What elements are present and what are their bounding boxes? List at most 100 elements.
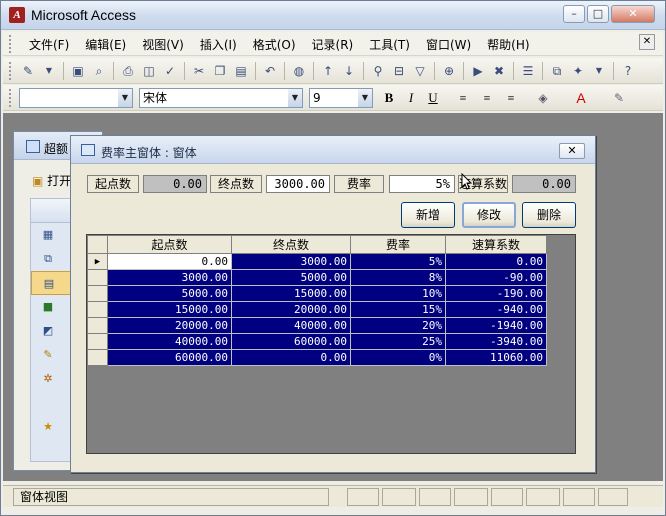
table-row[interactable]: 20000.00 40000.00 20% -1940.00 xyxy=(87,317,547,334)
paste-icon[interactable]: ▤ xyxy=(232,62,250,80)
menu-item[interactable]: 编辑(E) xyxy=(77,36,134,53)
copy-icon[interactable]: ❐ xyxy=(211,62,229,80)
menu-item[interactable]: 视图(V) xyxy=(134,36,192,53)
table-cell[interactable]: 3000.00 xyxy=(107,269,232,286)
filter-by-selection-icon[interactable]: ⚲ xyxy=(369,62,387,80)
database-window-icon[interactable]: ⧉ xyxy=(548,62,566,80)
open-button[interactable]: ▣ 打开 xyxy=(32,172,71,189)
close-icon[interactable]: ✕ xyxy=(559,143,585,159)
row-selector[interactable] xyxy=(87,317,108,334)
filter-by-form-icon[interactable]: ⊟ xyxy=(390,62,408,80)
dropdown-arrow-icon[interactable]: ▼ xyxy=(40,62,58,80)
table-cell[interactable]: -90.00 xyxy=(445,269,547,286)
hyperlink-icon[interactable]: ◍ xyxy=(290,62,308,80)
print-preview-icon[interactable]: ◫ xyxy=(140,62,158,80)
table-cell[interactable]: 8% xyxy=(350,269,446,286)
underline-button[interactable]: U xyxy=(423,89,443,107)
table-row[interactable]: 3000.00 5000.00 8% -90.00 xyxy=(87,269,547,286)
apply-filter-icon[interactable]: ▽ xyxy=(411,62,429,80)
table-cell[interactable]: 20000.00 xyxy=(107,317,232,334)
menu-item[interactable]: 记录(R) xyxy=(304,36,362,53)
coef-field[interactable]: 0.00 xyxy=(512,175,576,193)
table-cell[interactable]: 5000.00 xyxy=(107,285,232,302)
table-cell[interactable]: -940.00 xyxy=(445,301,547,318)
row-selector[interactable] xyxy=(87,285,108,302)
table-cell[interactable]: 15% xyxy=(350,301,446,318)
chevron-down-icon[interactable]: ▼ xyxy=(358,89,372,107)
minimize-button[interactable]: – xyxy=(563,5,585,23)
start-field[interactable]: 0.00 xyxy=(143,175,207,193)
table-cell[interactable]: 11060.00 xyxy=(445,349,547,366)
add-button[interactable]: 新增 xyxy=(401,202,455,228)
column-header[interactable]: 终点数 xyxy=(231,235,351,254)
help-icon[interactable]: ? xyxy=(619,62,637,80)
table-cell[interactable]: 40000.00 xyxy=(107,333,232,350)
menu-item[interactable]: 格式(O) xyxy=(245,36,304,53)
end-field[interactable]: 3000.00 xyxy=(266,175,330,193)
table-cell[interactable]: 5000.00 xyxy=(231,269,351,286)
sort-ascending-icon[interactable]: ↑ xyxy=(319,62,337,80)
font-combo[interactable]: 宋体 ▼ xyxy=(139,88,303,108)
close-button[interactable]: ✕ xyxy=(611,5,655,23)
table-cell[interactable]: 0.00 xyxy=(107,253,232,270)
table-cell[interactable]: 10% xyxy=(350,285,446,302)
font-color-icon[interactable]: A xyxy=(571,89,591,107)
menu-item[interactable]: 文件(F) xyxy=(21,36,77,53)
rate-field[interactable]: 5% xyxy=(389,175,455,193)
menu-item[interactable]: 窗口(W) xyxy=(418,36,479,53)
menu-item[interactable]: 插入(I) xyxy=(192,36,245,53)
chevron-down-icon[interactable]: ▼ xyxy=(118,89,132,107)
bold-button[interactable]: B xyxy=(379,89,399,107)
row-selector-header[interactable] xyxy=(87,235,108,254)
row-selector[interactable] xyxy=(87,333,108,350)
table-row[interactable]: 40000.00 60000.00 25% -3940.00 xyxy=(87,333,547,350)
font-size-combo[interactable]: 9 ▼ xyxy=(309,88,373,108)
align-right-icon[interactable]: ≡ xyxy=(501,89,521,107)
spelling-icon[interactable]: ✓ xyxy=(161,62,179,80)
column-header[interactable]: 费率 xyxy=(350,235,446,254)
find-icon[interactable]: ⊕ xyxy=(440,62,458,80)
table-cell[interactable]: 40000.00 xyxy=(231,317,351,334)
print-icon[interactable]: ⎙ xyxy=(119,62,137,80)
align-left-icon[interactable]: ≡ xyxy=(453,89,473,107)
sort-descending-icon[interactable]: ↓ xyxy=(340,62,358,80)
row-selector[interactable] xyxy=(87,269,108,286)
align-center-icon[interactable]: ≡ xyxy=(477,89,497,107)
table-cell[interactable]: 20000.00 xyxy=(231,301,351,318)
menu-item[interactable]: 帮助(H) xyxy=(479,36,537,53)
new-record-icon[interactable]: ▶ xyxy=(469,62,487,80)
table-cell[interactable]: 0.00 xyxy=(445,253,547,270)
fill-color-icon[interactable]: ◈ xyxy=(533,89,553,107)
table-cell[interactable]: 25% xyxy=(350,333,446,350)
column-header[interactable]: 速算系数 xyxy=(445,235,547,254)
undo-icon[interactable]: ↶ xyxy=(261,62,279,80)
maximize-button[interactable]: □ xyxy=(587,5,609,23)
table-cell[interactable]: 0% xyxy=(350,349,446,366)
search-file-icon[interactable]: ⌕ xyxy=(90,62,108,80)
table-row[interactable]: 60000.00 0.00 0% 11060.00 xyxy=(87,349,547,366)
current-record-icon[interactable]: ▶ xyxy=(87,253,108,270)
edit-button[interactable]: 修改 xyxy=(462,202,516,228)
table-cell[interactable]: -190.00 xyxy=(445,285,547,302)
delete-button[interactable]: 删除 xyxy=(522,202,576,228)
chevron-down-icon[interactable]: ▼ xyxy=(288,89,302,107)
object-combo[interactable]: ▼ xyxy=(19,88,133,108)
save-icon[interactable]: ▣ xyxy=(69,62,87,80)
table-cell[interactable]: 5% xyxy=(350,253,446,270)
menu-item[interactable]: 工具(T) xyxy=(361,36,418,53)
table-row[interactable]: ▶ 0.00 3000.00 5% 0.00 xyxy=(87,253,547,270)
new-object-icon[interactable]: ✦ xyxy=(569,62,587,80)
table-cell[interactable]: 3000.00 xyxy=(231,253,351,270)
italic-button[interactable]: I xyxy=(401,89,421,107)
delete-record-icon[interactable]: ✖ xyxy=(490,62,508,80)
table-cell[interactable]: 15000.00 xyxy=(107,301,232,318)
table-row[interactable]: 5000.00 15000.00 10% -190.00 xyxy=(87,285,547,302)
table-cell[interactable]: -1940.00 xyxy=(445,317,547,334)
table-cell[interactable]: 60000.00 xyxy=(107,349,232,366)
menu-close-icon[interactable]: ✕ xyxy=(639,34,655,50)
table-cell[interactable]: -3940.00 xyxy=(445,333,547,350)
table-cell[interactable]: 0.00 xyxy=(231,349,351,366)
dropdown-arrow-icon[interactable]: ▼ xyxy=(590,62,608,80)
properties-icon[interactable]: ☰ xyxy=(519,62,537,80)
view-icon[interactable]: ✎ xyxy=(19,62,37,80)
